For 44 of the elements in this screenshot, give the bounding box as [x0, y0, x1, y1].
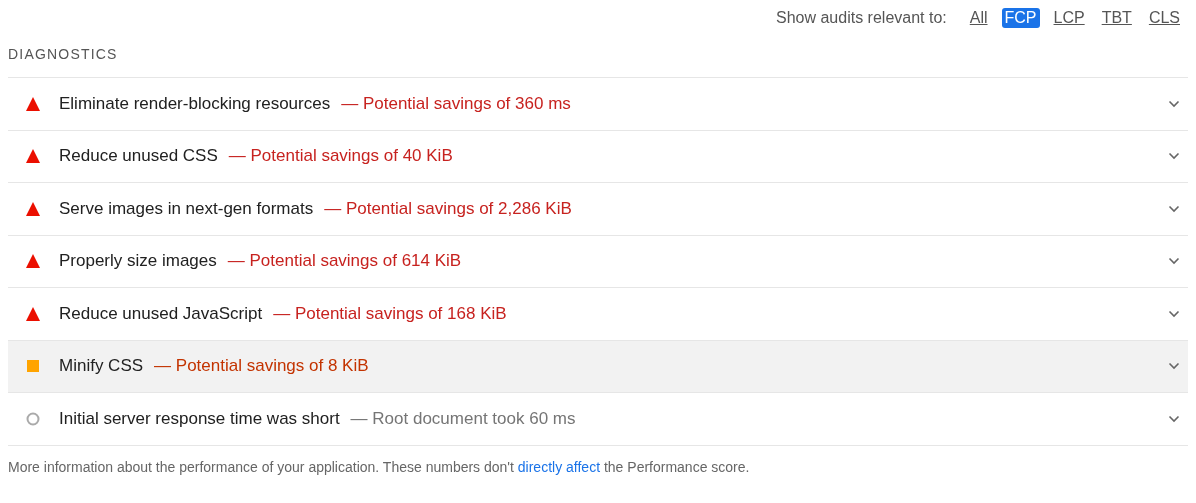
warning-triangle-icon [25, 253, 41, 270]
chevron-down-icon[interactable] [1168, 362, 1180, 371]
audit-title: Properly size images [59, 251, 217, 272]
audit-detail: — Potential savings of 360 ms [341, 93, 571, 114]
link[interactable]: directly affect [517, 458, 601, 475]
metric-filter-link[interactable]: CLS [1145, 8, 1183, 28]
audit-title: Eliminate render-blocking resources [59, 93, 331, 114]
audit-detail: — Potential savings of 8 KiB [154, 356, 369, 377]
warning-triangle-icon [25, 305, 41, 322]
audit-title: Reduce unused JavaScript [59, 303, 263, 324]
audit-row[interactable]: Properly size images — Potential savings of 614 KiB [8, 235, 1188, 288]
chevron-down-icon[interactable] [1168, 414, 1180, 423]
chevron-down-icon[interactable] [1168, 99, 1180, 108]
metric-filter-link[interactable]: TBT [1098, 8, 1135, 28]
chevron-down-icon[interactable] [1168, 257, 1180, 266]
audit-detail: — Potential savings of 40 KiB [228, 146, 453, 167]
audit-row[interactable]: Reduce unused CSS — Potential savings of 40 KiB [8, 130, 1188, 183]
audit-row[interactable]: Minify CSS — Potential savings of 8 KiB [8, 340, 1188, 393]
audit-detail: — Potential savings of 2,286 KiB [324, 198, 572, 219]
section-title: DIAGNOSTICS [8, 46, 119, 64]
chevron-down-icon[interactable] [1168, 309, 1180, 318]
audit-detail: — Potential savings of 168 KiB [273, 303, 507, 324]
metric-filter-link[interactable]: LCP [1050, 8, 1088, 28]
metric-filter-link[interactable]: FCP [1001, 8, 1040, 28]
footer-note: More information about the performance of your application. These numbers don't directly affect the Performance score. [8, 458, 751, 475]
filter-label: Show audits relevant to: [776, 9, 947, 27]
audit-row[interactable]: Initial server response time was short — Root document took 60 ms [8, 393, 1188, 446]
warning-triangle-icon [25, 200, 41, 217]
audit-row[interactable]: Serve images in next-gen formats — Potential savings of 2,286 KiB [8, 183, 1188, 236]
metric-filter-link[interactable]: All [966, 8, 991, 28]
audit-detail: — Root document took 60 ms [350, 408, 576, 429]
chevron-down-icon[interactable] [1168, 152, 1180, 161]
chevron-down-icon[interactable] [1168, 204, 1180, 213]
audit-title: Initial server response time was short [59, 408, 340, 429]
audit-row[interactable]: Eliminate render-blocking resources — Potential savings of 360 ms [8, 78, 1188, 131]
audit-detail: — Potential savings of 614 KiB [227, 251, 462, 272]
audit-title: Serve images in next-gen formats [59, 198, 314, 219]
square-icon [25, 358, 41, 375]
audit-title: Reduce unused CSS [59, 146, 218, 167]
warning-triangle-icon [25, 148, 41, 165]
circle-icon [25, 410, 41, 427]
audit-title: Minify CSS [59, 356, 144, 377]
warning-triangle-icon [25, 95, 41, 112]
audit-row[interactable]: Reduce unused JavaScript — Potential savings of 168 KiB [8, 288, 1188, 341]
